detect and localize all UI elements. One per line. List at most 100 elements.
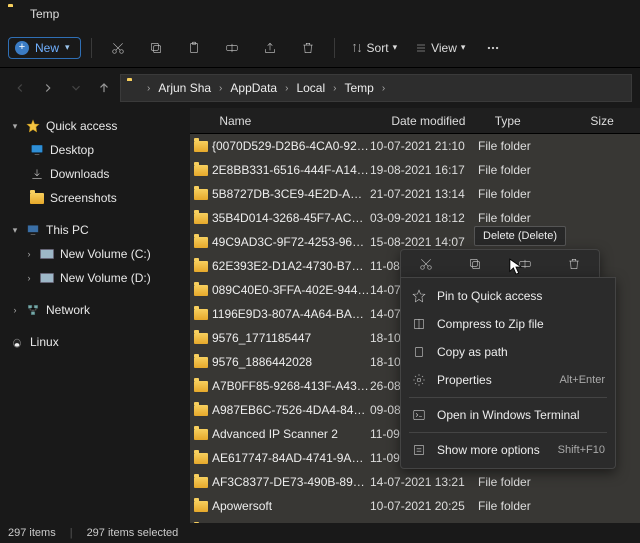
folder-icon (190, 477, 212, 488)
nav-back-button[interactable] (8, 76, 32, 100)
folder-icon (190, 189, 212, 200)
file-type: File folder (478, 499, 578, 513)
file-name: 2E8BB331-6516-444F-A148-3D0C55E87487 (212, 163, 370, 177)
col-name[interactable]: Name (211, 114, 383, 128)
col-type[interactable]: Type (487, 114, 583, 128)
sidebar-item-downloads[interactable]: Downloads (4, 162, 186, 186)
file-name: 35B4D014-3268-45F7-ACE3-93A674CEFEE3 (212, 211, 370, 225)
file-date: 14-07-2021 13:21 (370, 475, 478, 489)
file-type: File folder (478, 163, 578, 177)
table-row[interactable]: {0070D529-D2B6-4CA0-925E-E99D5B637...10-… (190, 134, 640, 158)
command-bar: + New ▾ Sort ▾ View ▾ (0, 28, 640, 68)
file-name: 9576_1771185447 (212, 331, 370, 345)
file-name: Advanced IP Scanner 2 (212, 427, 370, 441)
chevron-down-icon: ▾ (65, 42, 70, 53)
sidebar-item-drive-c[interactable]: ›New Volume (C:) (4, 242, 186, 266)
table-row[interactable]: 2E8BB331-6516-444F-A148-3D0C55E8748719-0… (190, 158, 640, 182)
file-name: A987EB6C-7526-4DA4-8433-63CB4FC02A... (212, 403, 370, 417)
file-name: 62E393E2-D1A2-4730-B776-1718356F336E (212, 259, 370, 273)
folder-icon (190, 381, 212, 392)
sidebar-item-screenshots[interactable]: Screenshots (4, 186, 186, 210)
file-name: {0070D529-D2B6-4CA0-925E-E99D5B637... (212, 139, 370, 153)
menu-open-terminal[interactable]: Open in Windows Terminal (401, 401, 615, 429)
file-name: A7B0FF85-9268-413F-A43F-6E6DABDF03B5 (212, 379, 370, 393)
table-row[interactable]: Apowersoft10-07-2021 20:25File folder (190, 494, 640, 518)
sort-button[interactable]: Sort ▾ (345, 41, 404, 55)
menu-compress-zip[interactable]: Compress to Zip file (401, 310, 615, 338)
file-date: 03-09-2021 18:12 (370, 211, 478, 225)
sidebar-item-desktop[interactable]: Desktop (4, 138, 186, 162)
file-name: 49C9AD3C-9F72-4253-964A-CD90626E7B... (212, 235, 370, 249)
sidebar-item-network[interactable]: ›Network (4, 298, 186, 322)
status-selected-count: 297 items selected (87, 527, 179, 539)
col-size[interactable]: Size (582, 114, 640, 128)
cut-icon[interactable] (108, 38, 128, 58)
folder-icon (190, 333, 212, 344)
file-date: 10-07-2021 20:25 (370, 499, 478, 513)
delete-icon[interactable] (298, 38, 318, 58)
nav-recent-button[interactable] (64, 76, 88, 100)
folder-icon (190, 213, 212, 224)
folder-icon (190, 165, 212, 176)
folder-icon (190, 261, 212, 272)
file-name: 089C40E0-3FFA-402E-9442-0012CA5551AA (212, 283, 370, 297)
tooltip-delete: Delete (Delete) (474, 226, 566, 246)
cursor-icon (509, 258, 523, 279)
sidebar-item-drive-d[interactable]: ›New Volume (D:) (4, 266, 186, 290)
sidebar-item-quick-access[interactable]: ▾Quick access (4, 114, 186, 138)
file-name: 1196E9D3-807A-4A64-BA51-D1A690271B... (212, 307, 370, 321)
file-name: 9576_1886442028 (212, 355, 370, 369)
title-bar: Temp (0, 0, 640, 28)
menu-show-more[interactable]: Show more optionsShift+F10 (401, 436, 615, 464)
file-type: File folder (478, 475, 578, 489)
table-row[interactable]: AF3C8377-DE73-490B-89CE-5F15AEE58B4114-0… (190, 470, 640, 494)
breadcrumb-segment[interactable]: Local (294, 81, 327, 95)
status-bar: 297 items | 297 items selected (0, 523, 640, 543)
file-date: 10-07-2021 21:10 (370, 139, 478, 153)
folder-icon (190, 309, 212, 320)
breadcrumb-segment[interactable]: Temp (342, 81, 375, 95)
menu-copy-path[interactable]: Copy as path (401, 338, 615, 366)
breadcrumb[interactable]: › Arjun Sha› AppData› Local› Temp› (120, 74, 632, 102)
sort-label: Sort (367, 41, 389, 55)
rename-icon[interactable] (222, 38, 242, 58)
table-row[interactable]: 35B4D014-3268-45F7-ACE3-93A674CEFEE303-0… (190, 206, 640, 230)
new-button[interactable]: + New ▾ (8, 37, 81, 59)
breadcrumb-segment[interactable]: Arjun Sha (156, 81, 213, 95)
view-label: View (431, 41, 457, 55)
view-button[interactable]: View ▾ (409, 41, 471, 55)
folder-icon (190, 285, 212, 296)
file-name: 5B8727DB-3CE9-4E2D-AEB8-1F9FD65A41... (212, 187, 370, 201)
breadcrumb-segment[interactable]: AppData (228, 81, 279, 95)
nav-up-button[interactable] (92, 76, 116, 100)
file-type: File folder (478, 211, 578, 225)
table-row[interactable]: 5B8727DB-3CE9-4E2D-AEB8-1F9FD65A41...21-… (190, 182, 640, 206)
context-menu: Pin to Quick access Compress to Zip file… (400, 277, 616, 469)
delete-icon[interactable] (565, 255, 583, 273)
col-date[interactable]: Date modified (383, 114, 486, 128)
new-button-label: New (35, 41, 59, 55)
sidebar-item-linux[interactable]: Linux (4, 330, 186, 354)
share-icon[interactable] (260, 38, 280, 58)
folder-icon (127, 81, 141, 95)
window-title: Temp (30, 7, 59, 21)
more-icon[interactable] (483, 38, 503, 58)
paste-icon[interactable] (184, 38, 204, 58)
file-date: 21-07-2021 13:14 (370, 187, 478, 201)
file-type: File folder (478, 187, 578, 201)
folder-icon (8, 7, 22, 21)
copy-icon[interactable] (146, 38, 166, 58)
sidebar-item-this-pc[interactable]: ▾This PC (4, 218, 186, 242)
cut-icon[interactable] (417, 255, 435, 273)
copy-icon[interactable] (466, 255, 484, 273)
context-toolbar (400, 249, 600, 277)
file-date: 15-08-2021 14:07 (370, 235, 478, 249)
folder-icon (190, 453, 212, 464)
file-name: AE617747-84AD-4741-9AEB-AFA44410D02F (212, 451, 370, 465)
menu-properties[interactable]: PropertiesAlt+Enter (401, 366, 615, 394)
menu-pin-quick-access[interactable]: Pin to Quick access (401, 282, 615, 310)
folder-icon (190, 501, 212, 512)
nav-forward-button[interactable] (36, 76, 60, 100)
folder-icon (190, 141, 212, 152)
file-date: 19-08-2021 16:17 (370, 163, 478, 177)
